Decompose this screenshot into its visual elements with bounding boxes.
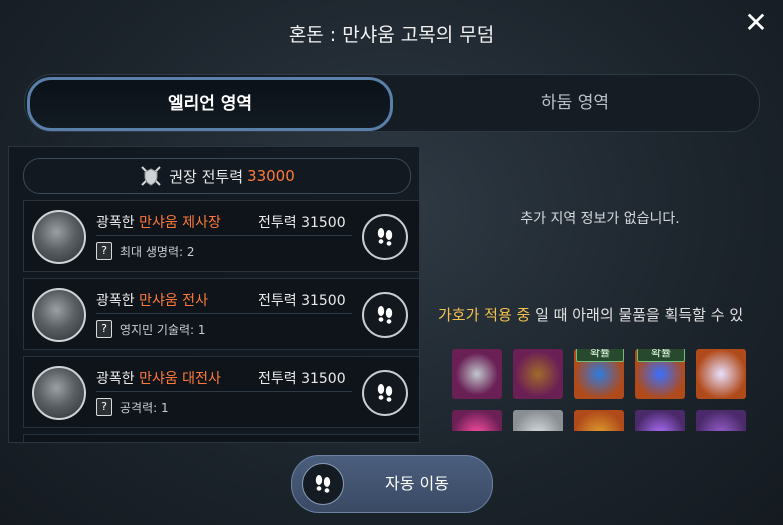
boss-stat: ? 영지민 기술력: 1: [96, 320, 206, 338]
recommended-power-bar: 권장 전투력 33000: [23, 158, 411, 194]
footsteps-move-button[interactable]: [362, 292, 408, 338]
dialog-title: 혼돈 : 만샤움 고목의 무덤: [288, 24, 495, 46]
ring-icon[interactable]: [452, 349, 502, 399]
question-book-icon: ?: [96, 320, 112, 338]
scroll-icon[interactable]: [513, 410, 563, 431]
boss-stat: ? 최대 생명력: 2: [96, 242, 195, 260]
gem-brooch-icon[interactable]: [696, 349, 746, 399]
footsteps-icon: [377, 228, 393, 246]
divider: [96, 313, 352, 314]
boss-row: 광폭한 만샤움 대전사 전투력 31500 ? 공격력: 1: [23, 356, 419, 428]
boss-portrait: [32, 288, 86, 342]
footsteps-icon-circle: [302, 463, 344, 505]
pink-item-icon[interactable]: [452, 410, 502, 431]
footsteps-icon: [377, 306, 393, 324]
question-book-icon: ?: [96, 398, 112, 416]
gold-item-icon[interactable]: [574, 410, 624, 431]
boss-power: 전투력 31500: [258, 371, 346, 387]
boss-portrait: [32, 366, 86, 420]
region-tabs: 엘리언 영역 하둠 영역: [24, 74, 760, 132]
boss-row: 광폭한 만샤움 제사장 전투력 31500 ? 최대 생명력: 2: [23, 200, 419, 272]
purple-item-icon[interactable]: [635, 410, 685, 431]
boss-power: 전투력 31500: [258, 215, 346, 231]
tab-elian-region[interactable]: 엘리언 영역: [27, 77, 393, 131]
probability-badge: 확률: [637, 349, 685, 362]
footsteps-icon: [315, 475, 331, 493]
tab-hadum-region[interactable]: 하둠 영역: [395, 75, 755, 131]
question-book-icon: ?: [96, 242, 112, 260]
recommended-power-label: 권장 전투력: [169, 167, 244, 186]
crossed-swords-shield-icon: [141, 166, 161, 186]
boss-name: 광폭한 만샤움 대전사: [96, 371, 221, 387]
boss-row-partial: [23, 434, 419, 442]
probability-badge: 확률: [576, 349, 624, 362]
footsteps-move-button[interactable]: [362, 214, 408, 260]
blue-orb-icon[interactable]: 확률: [635, 349, 685, 399]
book-icon[interactable]: [513, 349, 563, 399]
boss-name: 광폭한 만샤움 제사장: [96, 215, 221, 231]
region-info-text: 추가 지역 정보가 없습니다.: [520, 211, 680, 227]
divider: [96, 391, 352, 392]
divider: [96, 235, 352, 236]
blue-crystal-icon[interactable]: 확률: [574, 349, 624, 399]
footsteps-move-button[interactable]: [362, 370, 408, 416]
boss-name: 광폭한 만샤움 전사: [96, 293, 208, 309]
blessing-notice: 가호가 적용 중 일 때 아래의 물품을 획득할 수 있: [438, 306, 744, 324]
footsteps-icon: [377, 384, 393, 402]
boss-list-panel: 권장 전투력 33000 광폭한 만샤움 제사장 전투력 31500 ? 최대 …: [8, 146, 420, 443]
boss-row: 광폭한 만샤움 전사 전투력 31500 ? 영지민 기술력: 1: [23, 278, 419, 350]
boss-stat: ? 공격력: 1: [96, 398, 169, 416]
close-icon[interactable]: ✕: [741, 8, 771, 38]
boss-portrait: [32, 210, 86, 264]
boss-power: 전투력 31500: [258, 293, 346, 309]
auto-move-label: 자동 이동: [385, 474, 449, 493]
reward-items-grid: 확률 확률: [452, 349, 783, 431]
auto-move-button[interactable]: 자동 이동: [291, 455, 493, 513]
dark-item-icon[interactable]: [696, 410, 746, 431]
recommended-power-value: 33000: [247, 167, 295, 185]
